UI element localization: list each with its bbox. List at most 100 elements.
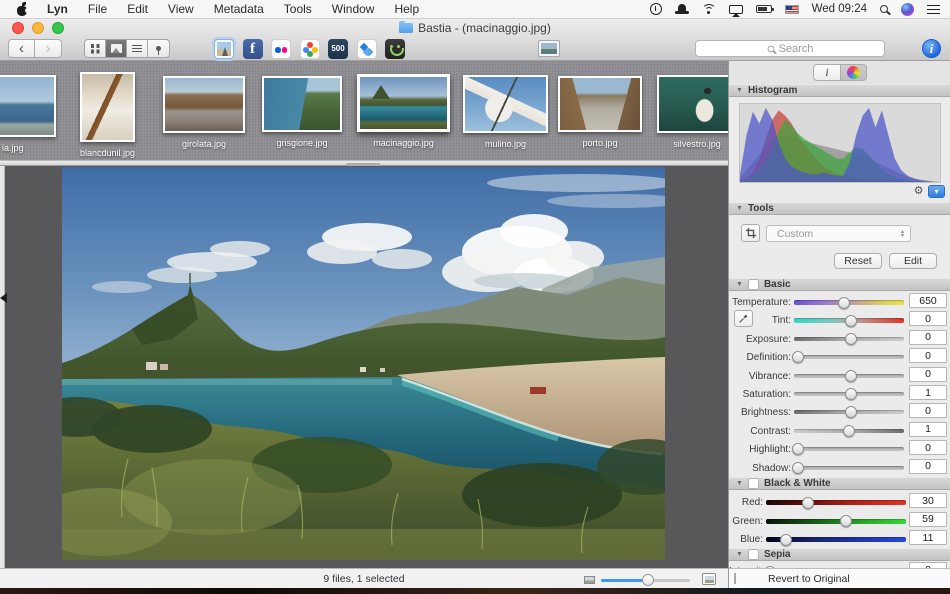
wifi-icon[interactable] xyxy=(702,4,716,15)
thumbnail-silvestro[interactable]: silvestro.jpg xyxy=(657,75,728,133)
slider-track[interactable] xyxy=(794,410,904,414)
slider-knob[interactable] xyxy=(845,388,857,400)
slider-knob[interactable] xyxy=(802,497,814,509)
reset-button[interactable]: Reset xyxy=(834,253,882,269)
slider-knob[interactable] xyxy=(845,315,857,327)
crop-button[interactable] xyxy=(741,224,760,242)
tab-adjustments[interactable] xyxy=(840,64,867,81)
menu-app-name[interactable]: Lyn xyxy=(47,2,68,16)
list-view-button[interactable] xyxy=(127,40,148,57)
battery-icon[interactable] xyxy=(756,5,772,13)
disclosure-triangle[interactable]: ▼ xyxy=(736,281,743,288)
google-photos-share-icon[interactable] xyxy=(300,39,320,59)
revert-to-original-button[interactable]: Revert to Original xyxy=(768,573,850,585)
notification-center-icon[interactable] xyxy=(927,4,940,15)
slider-knob[interactable] xyxy=(845,333,857,345)
slider-value[interactable] xyxy=(909,385,947,400)
menu-item-edit[interactable]: Edit xyxy=(127,2,148,16)
slider-value[interactable] xyxy=(909,459,947,474)
flickr-share-icon[interactable] xyxy=(271,39,291,59)
slider-track[interactable] xyxy=(794,355,904,359)
menu-clock[interactable]: Wed 09:24 xyxy=(812,3,867,15)
photos-share-icon[interactable] xyxy=(214,39,234,59)
back-button[interactable]: ‹ xyxy=(8,39,35,58)
slider-track[interactable] xyxy=(794,374,904,378)
circled-info-icon[interactable] xyxy=(650,3,662,15)
collapse-panel-arrow-icon[interactable] xyxy=(0,293,7,303)
slider-value[interactable] xyxy=(909,367,947,382)
spotlight-icon[interactable] xyxy=(880,5,888,13)
basic-checkbox[interactable] xyxy=(748,279,759,290)
slider-track[interactable] xyxy=(766,537,906,542)
edit-button[interactable]: Edit xyxy=(889,253,937,269)
dropbox-share-icon[interactable] xyxy=(357,39,377,59)
slider-knob[interactable] xyxy=(843,425,855,437)
forward-button[interactable]: › xyxy=(35,39,62,58)
thumbnail-grisgione[interactable]: grisgione.jpg xyxy=(262,76,342,132)
zoom-out-thumbnail-icon[interactable] xyxy=(584,576,595,584)
slider-value[interactable] xyxy=(909,440,947,455)
slider-knob[interactable] xyxy=(792,443,804,455)
slider-track[interactable] xyxy=(766,500,906,505)
thumbnail-porto[interactable]: porto.jpg xyxy=(558,76,642,132)
menu-item-window[interactable]: Window xyxy=(332,2,375,16)
thumbnail-bastia[interactable]: ia.jpg xyxy=(0,75,56,137)
menu-item-file[interactable]: File xyxy=(88,2,107,16)
slider-knob[interactable] xyxy=(792,462,804,474)
slider-value[interactable] xyxy=(909,293,947,308)
facebook-share-icon[interactable]: f xyxy=(243,39,263,59)
disclosure-triangle[interactable]: ▼ xyxy=(736,87,743,94)
minimize-button[interactable] xyxy=(32,22,44,34)
thumbnail-blancdunil[interactable]: blancdunil.jpg xyxy=(80,72,135,142)
search-input[interactable]: Search xyxy=(695,40,885,57)
slider-track[interactable] xyxy=(794,392,904,396)
slider-track[interactable] xyxy=(794,447,904,451)
tab-info[interactable]: i xyxy=(813,64,840,81)
slider-knob[interactable] xyxy=(840,515,852,527)
slider-track[interactable] xyxy=(794,300,904,305)
slider-value[interactable] xyxy=(909,422,947,437)
close-button[interactable] xyxy=(12,22,24,34)
menu-item-metadata[interactable]: Metadata xyxy=(214,2,264,16)
image-view-button[interactable] xyxy=(106,40,127,57)
thumbnail-girolata[interactable]: girolata.jpg xyxy=(163,76,245,133)
thumbnail-size-slider[interactable] xyxy=(601,579,690,582)
apple-menu-icon[interactable] xyxy=(16,3,28,16)
menu-item-tools[interactable]: Tools xyxy=(284,2,312,16)
thumbnail-macinaggio[interactable]: macinaggio.jpg xyxy=(357,74,450,132)
zoom-button[interactable] xyxy=(52,22,64,34)
map-view-button[interactable] xyxy=(148,40,169,57)
preset-select[interactable]: Custom ▴▾ xyxy=(766,225,911,242)
slider-value[interactable] xyxy=(909,403,947,418)
slider-value[interactable] xyxy=(909,330,947,345)
slider-knob[interactable] xyxy=(845,406,857,418)
disclosure-triangle[interactable]: ▼ xyxy=(736,205,743,212)
hat-icon[interactable] xyxy=(675,4,689,14)
menu-item-help[interactable]: Help xyxy=(394,2,419,16)
us-flag-icon[interactable] xyxy=(785,5,799,14)
slider-value[interactable] xyxy=(909,348,947,363)
slider-track[interactable] xyxy=(794,318,904,323)
slider-value[interactable] xyxy=(909,311,947,326)
info-button[interactable]: i xyxy=(922,39,941,58)
gear-icon[interactable]: ⚙ xyxy=(912,185,925,198)
thumbnail-size-knob[interactable] xyxy=(642,574,654,586)
disclosure-triangle[interactable]: ▼ xyxy=(736,551,743,558)
slider-knob[interactable] xyxy=(838,297,850,309)
slider-track[interactable] xyxy=(794,429,904,433)
slider-value[interactable] xyxy=(909,512,947,527)
airplay-display-icon[interactable] xyxy=(729,5,743,14)
thumbnail-toolbar-icon[interactable] xyxy=(538,40,560,57)
slider-knob[interactable] xyxy=(792,351,804,363)
black-white-checkbox[interactable] xyxy=(748,478,759,489)
zoom-in-thumbnail-icon[interactable] xyxy=(702,573,716,585)
menu-item-view[interactable]: View xyxy=(168,2,194,16)
slider-knob[interactable] xyxy=(780,534,792,546)
thumbnail-mulino[interactable]: mulino.jpg xyxy=(463,75,548,133)
500px-share-icon[interactable]: 500 xyxy=(328,39,348,59)
photo-macinaggio[interactable] xyxy=(62,167,665,560)
histogram-options-dropdown[interactable]: ▾ xyxy=(928,185,945,198)
slider-knob[interactable] xyxy=(845,370,857,382)
slider-value[interactable] xyxy=(909,530,947,545)
slider-value[interactable] xyxy=(909,493,947,508)
